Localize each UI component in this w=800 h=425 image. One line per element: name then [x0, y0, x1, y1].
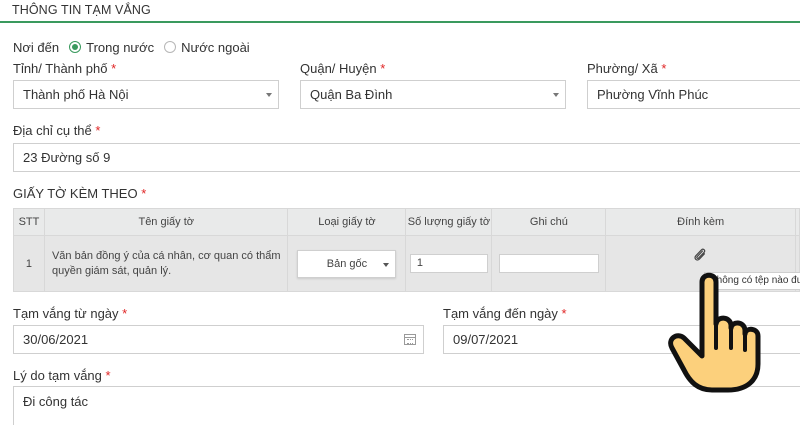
province-label: Tỉnh/ Thành phố * — [13, 61, 117, 76]
column-header-quantity: Số lượng giấy tờ — [405, 208, 493, 236]
address-detail-label: Địa chỉ cụ thể * — [13, 123, 101, 138]
required-mark: * — [122, 306, 128, 321]
radio-abroad[interactable]: Nước ngoài — [164, 40, 250, 55]
table-header-row: STT Tên giấy tờ Loại giấy tờ Số lượng gi… — [13, 208, 800, 236]
column-header-attachment: Đính kèm — [605, 208, 796, 236]
radio-abroad-label: Nước ngoài — [181, 39, 250, 55]
cell-type: Bản gốc — [287, 235, 407, 292]
calendar-icon[interactable] — [404, 334, 416, 345]
cell-quantity: 1 — [405, 235, 493, 292]
to-date-value: 09/07/2021 — [453, 332, 519, 347]
column-header-note: Ghi chú — [491, 208, 607, 236]
destination-label: Nơi đến — [13, 39, 60, 55]
note-input[interactable] — [498, 254, 599, 273]
required-mark: * — [561, 306, 567, 321]
address-detail-input[interactable]: 23 Đường số 9 — [13, 143, 800, 172]
documents-title: GIẤY TỜ KÈM THEO * — [13, 186, 147, 201]
district-label: Quận/ Huyện * — [300, 61, 386, 76]
radio-abroad-indicator[interactable] — [164, 41, 177, 53]
required-mark: * — [105, 368, 111, 383]
section-title: THÔNG TIN TẠM VẮNG — [12, 3, 151, 17]
paperclip-icon[interactable] — [692, 246, 708, 264]
ward-value: Phường Vĩnh Phúc — [597, 87, 709, 102]
quantity-value: 1 — [416, 257, 424, 269]
chevron-down-icon — [266, 93, 272, 97]
required-mark: * — [95, 123, 101, 138]
province-value: Thành phố Hà Nội — [23, 87, 129, 102]
ward-select[interactable]: Phường Vĩnh Phúc — [587, 80, 800, 109]
column-header-type: Loại giấy tờ — [287, 208, 407, 236]
column-header-name: Tên giấy tờ — [43, 208, 289, 236]
radio-domestic-label: Trong nước — [86, 39, 155, 55]
column-header-stt: STT — [13, 208, 45, 236]
address-detail-value: 23 Đường số 9 — [23, 150, 111, 165]
reason-value: Đi công tác — [23, 394, 89, 409]
chevron-down-icon — [553, 93, 559, 97]
destination-row: Nơi đến Trong nước Nước ngoài — [13, 38, 260, 56]
to-date-label: Tạm vắng đến ngày * — [443, 306, 567, 321]
required-mark: * — [380, 61, 386, 76]
cell-stt: 1 — [13, 235, 45, 292]
reason-label: Lý do tạm vắng * — [13, 368, 111, 383]
document-type-value: Bản gốc — [326, 257, 368, 270]
required-mark: * — [141, 186, 147, 201]
cell-document-name: Văn bản đồng ý của cá nhân, cơ quan có t… — [43, 235, 289, 292]
district-value: Quận Ba Đình — [310, 87, 393, 102]
section-header: THÔNG TIN TẠM VẮNG — [0, 0, 800, 23]
required-mark: * — [111, 61, 117, 76]
document-type-select[interactable]: Bản gốc — [297, 249, 397, 278]
cell-note — [491, 235, 607, 292]
chevron-down-icon — [383, 262, 390, 267]
radio-domestic-indicator[interactable] — [69, 41, 82, 53]
province-select[interactable]: Thành phố Hà Nội — [13, 80, 279, 109]
from-date-input[interactable]: 30/06/2021 — [13, 325, 424, 354]
column-header-overflow — [794, 208, 800, 236]
required-mark: * — [661, 61, 667, 76]
ward-label: Phường/ Xã * — [587, 61, 667, 76]
radio-domestic[interactable]: Trong nước — [69, 40, 154, 55]
pointing-hand-icon — [668, 272, 761, 393]
from-date-label: Tạm vắng từ ngày * — [13, 306, 128, 321]
from-date-value: 30/06/2021 — [23, 332, 89, 347]
quantity-input[interactable]: 1 — [409, 254, 488, 273]
district-select[interactable]: Quận Ba Đình — [300, 80, 566, 109]
